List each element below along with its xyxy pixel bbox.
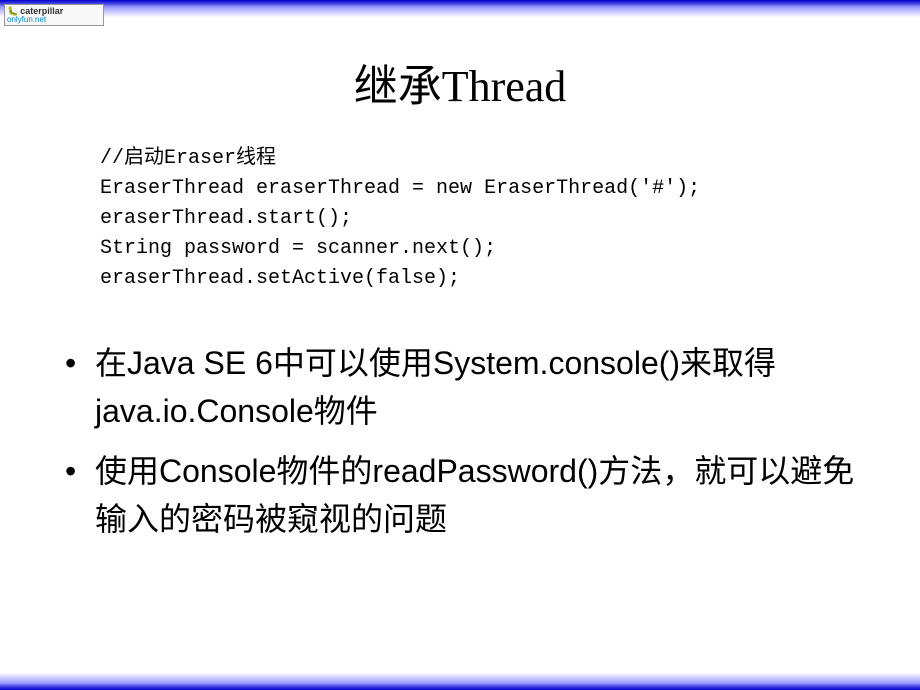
- bullet-item: 在Java SE 6中可以使用System.console()来取得java.i…: [55, 339, 870, 435]
- bullet-item: 使用Console物件的readPassword()方法，就可以避免输入的密码被…: [55, 447, 870, 543]
- logo-badge: 🐛caterpillar onlyfun.net: [4, 4, 104, 26]
- bullet-list: 在Java SE 6中可以使用System.console()来取得java.i…: [55, 339, 870, 543]
- slide-content: 继承Thread //启动Eraser线程 EraserThread erase…: [0, 0, 920, 543]
- logo-brand: caterpillar: [20, 6, 63, 16]
- slide-title: 继承Thread: [0, 50, 920, 114]
- logo-text-bottom: onlyfun.net: [7, 16, 101, 24]
- code-sample: //启动Eraser线程 EraserThread eraserThread =…: [100, 144, 820, 294]
